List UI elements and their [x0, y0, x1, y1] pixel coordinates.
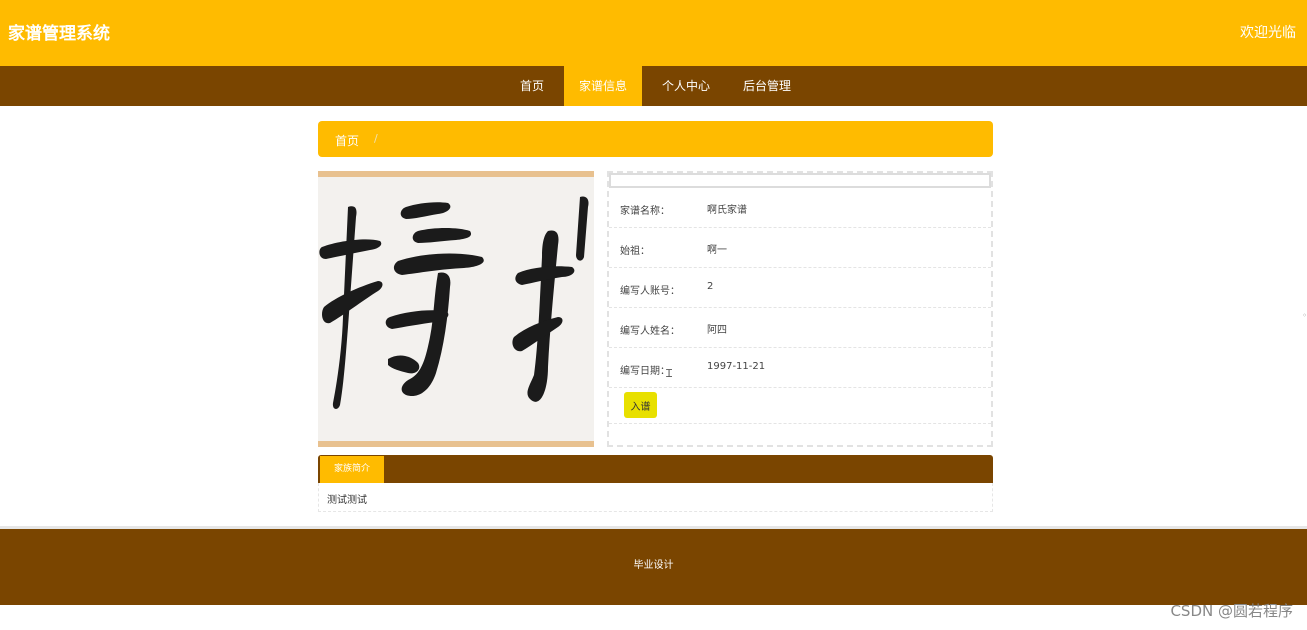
csdn-watermark: CSDN @圆若程序 [1170, 602, 1293, 620]
nav-item-genealogy-info[interactable]: 家谱信息 [564, 66, 642, 106]
join-genealogy-button[interactable]: 入谱 [624, 392, 657, 418]
breadcrumb: 首页 / [318, 121, 993, 157]
calligraphy-artwork [319, 196, 589, 409]
footer-text: 毕业设计 [633, 560, 674, 571]
nav-item-admin[interactable]: 后台管理 [731, 66, 803, 106]
field-value: 1997-11-21 [707, 361, 766, 372]
field-value: 啊一 [707, 245, 727, 256]
intro-tab-bar: 家族简介 [318, 455, 993, 483]
calligraphy-image [318, 177, 594, 441]
intro-content: 测试测试 [318, 483, 993, 512]
breadcrumb-separator: / [374, 132, 378, 145]
top-header: 家谱管理系统 欢迎光临 [0, 0, 1307, 66]
main-nav: 首页 家谱信息 个人中心 后台管理 [0, 66, 1307, 106]
detail-row-author-name: 编写人姓名： 阿四 [609, 308, 991, 348]
field-label: 编写日期： [620, 366, 670, 377]
nav-item-personal-center[interactable]: 个人中心 [650, 66, 722, 106]
field-value: 阿四 [707, 325, 727, 336]
welcome-text: 欢迎光临 [1240, 25, 1296, 41]
field-value: 2 [707, 281, 714, 292]
field-label: 家谱名称： [620, 206, 670, 217]
field-label: 始祖： [620, 246, 650, 257]
row-divider [609, 423, 991, 424]
field-value: 啊氏家谱 [707, 205, 747, 216]
edge-marker: ◦ [1302, 311, 1307, 320]
text-cursor-icon: Ɪ [666, 367, 673, 380]
genealogy-image-frame [318, 171, 594, 447]
intro-text: 测试测试 [327, 495, 367, 506]
panel-header-bar [609, 173, 991, 188]
detail-row-name: 家谱名称： 啊氏家谱 [609, 188, 991, 228]
detail-row-ancestor: 始祖： 啊一 [609, 228, 991, 268]
detail-row-author-account: 编写人账号： 2 [609, 268, 991, 308]
field-label: 编写人账号： [620, 286, 680, 297]
page-footer: 毕业设计 [0, 526, 1307, 605]
field-label: 编写人姓名： [620, 326, 680, 337]
breadcrumb-home-link[interactable]: 首页 [335, 132, 359, 149]
tab-family-intro[interactable]: 家族简介 [320, 456, 384, 483]
genealogy-detail-panel: 家谱名称： 啊氏家谱 始祖： 啊一 编写人账号： 2 编写人姓名： 阿四 编写日… [607, 171, 993, 447]
nav-item-home[interactable]: 首页 [506, 66, 558, 106]
site-title: 家谱管理系统 [8, 24, 110, 44]
